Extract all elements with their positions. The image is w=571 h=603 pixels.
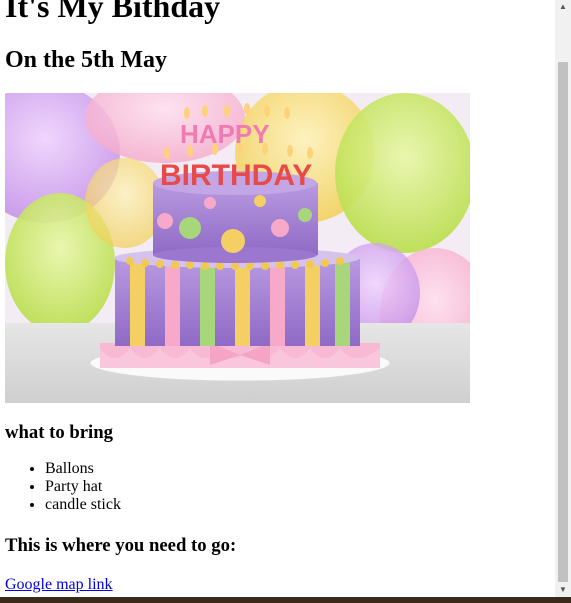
- cake-candle-text-happy: HAPPY: [180, 119, 270, 149]
- page-subtitle: On the 5th May: [5, 47, 167, 73]
- scroll-up-arrow-icon[interactable]: ▲: [555, 0, 571, 14]
- google-map-link[interactable]: Google map link: [5, 576, 113, 594]
- taskbar-edge: [0, 597, 571, 603]
- list-item: Ballons: [45, 460, 121, 478]
- browser-page: It's My Bithday On the 5th May HAPPY BIR…: [0, 0, 555, 597]
- list-item: candle stick: [45, 496, 121, 514]
- what-to-bring-heading: what to bring: [5, 422, 113, 443]
- vertical-scrollbar[interactable]: ▲ ▼: [555, 0, 571, 597]
- cake-candle-text-birthday: BIRTHDAY: [160, 159, 312, 192]
- birthday-cake-image: HAPPY BIRTHDAY: [5, 93, 470, 403]
- scroll-down-arrow-icon[interactable]: ▼: [555, 583, 571, 597]
- bring-list: Ballons Party hat candle stick: [5, 460, 121, 514]
- page-content: It's My Bithday On the 5th May HAPPY BIR…: [5, 0, 550, 593]
- page-title: It's My Bithday: [5, 0, 221, 24]
- scrollbar-thumb[interactable]: [558, 62, 568, 582]
- list-item: Party hat: [45, 478, 121, 496]
- where-to-go-heading: This is where you need to go:: [5, 535, 237, 556]
